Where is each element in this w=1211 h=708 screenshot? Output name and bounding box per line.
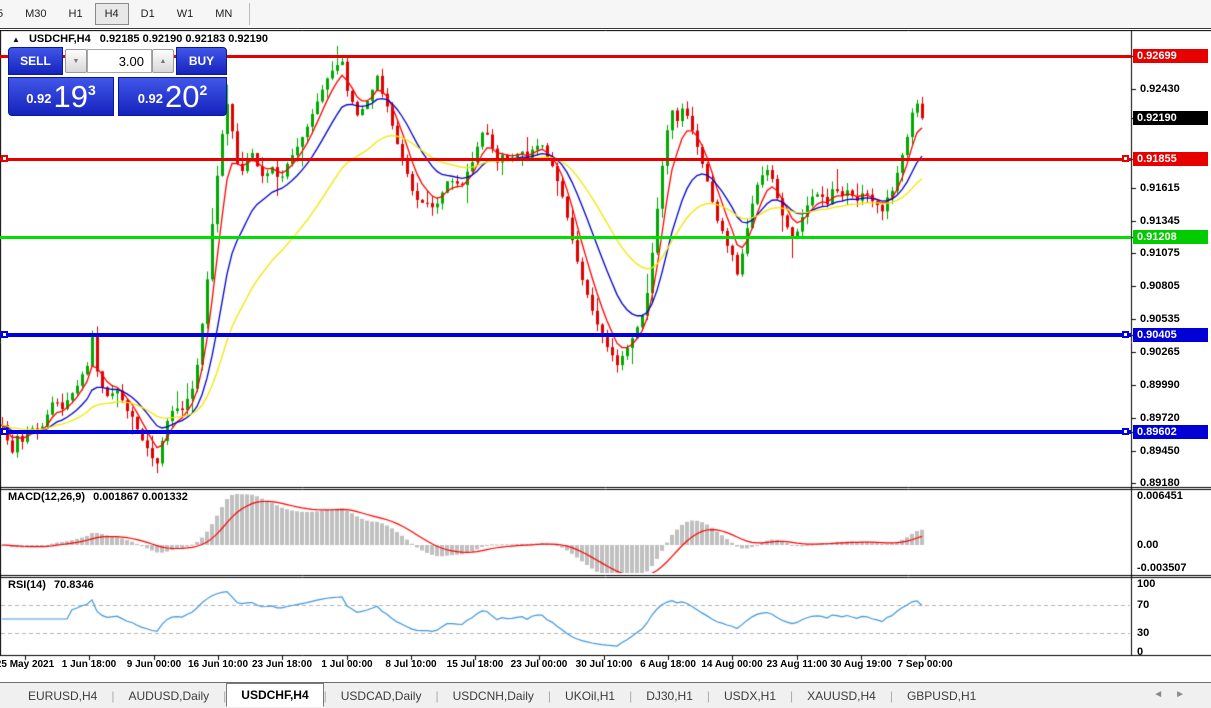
mt4-window: 5M30H1H4D1W1MN ▲ USDCHF,H4 0.92185 0.921…	[0, 0, 1211, 708]
volume-decrease-button[interactable]: ▼	[65, 49, 87, 73]
price-tick-label: 0.91345	[1140, 215, 1180, 227]
price-tick-label: 0.92430	[1140, 83, 1180, 95]
price-badge-0.91855: 0.91855	[1133, 152, 1208, 166]
timeframe-button-w1[interactable]: W1	[167, 3, 204, 25]
price-badge-0.90405: 0.90405	[1133, 328, 1208, 342]
line-handle[interactable]	[1, 155, 8, 162]
sell-price-main: 19	[54, 84, 88, 110]
chart-symbol: USDCHF,H4	[29, 33, 91, 45]
rsi-value: 70.8346	[54, 579, 94, 591]
date-axis-label: 14 Aug 00:00	[701, 659, 762, 670]
date-axis-label: 23 Jun 18:00	[252, 659, 312, 670]
date-axis-label: 25 May 2021	[0, 659, 54, 670]
price-tick-label: 0.89180	[1140, 477, 1180, 489]
date-axis-label: 9 Jun 00:00	[127, 659, 181, 670]
price-badge-0.92190: 0.92190	[1133, 111, 1208, 125]
date-axis-label: 16 Jun 10:00	[188, 659, 248, 670]
horizontal-line-0.91855[interactable]	[0, 158, 1131, 161]
tab-gbpusd-h1[interactable]: GBPUSD,H1	[893, 686, 990, 706]
sell-price-button[interactable]: 0.92 19 3	[8, 77, 114, 116]
horizontal-line-0.90405[interactable]	[0, 333, 1131, 337]
tab-ukoil-h1[interactable]: UKOil,H1	[551, 686, 629, 706]
macd-values: 0.001867 0.001332	[93, 491, 188, 503]
rsi-label: RSI(14) 70.8346	[8, 579, 94, 591]
timeframe-button-m30[interactable]: M30	[15, 3, 56, 25]
price-badge-0.91208: 0.91208	[1133, 230, 1208, 244]
rsi-axis-label: 100	[1137, 578, 1155, 590]
tab-usdx-h1[interactable]: USDX,H1	[710, 686, 790, 706]
tab-usdcnh-daily[interactable]: USDCNH,Daily	[439, 686, 548, 706]
macd-title: MACD(12,26,9)	[8, 491, 85, 503]
macd-label: MACD(12,26,9) 0.001867 0.001332	[8, 491, 188, 503]
macd-axis-label: 0.006451	[1137, 490, 1183, 502]
date-axis-label: 8 Jul 10:00	[385, 659, 436, 670]
buy-price-button[interactable]: 0.92 20 2	[118, 77, 227, 116]
tab-dj30-h1[interactable]: DJ30,H1	[632, 686, 707, 706]
buy-price-prefix: 0.92	[138, 91, 163, 106]
scroll-left-icon[interactable]: ◄	[1153, 689, 1175, 700]
collapse-panel-icon[interactable]: ▲	[12, 35, 20, 44]
price-tick-label: 0.90265	[1140, 346, 1180, 358]
buy-button[interactable]: BUY	[176, 47, 227, 75]
price-tick-label: 0.89720	[1140, 412, 1180, 424]
date-axis-label: 23 Aug 11:00	[767, 659, 828, 670]
date-axis-label: 1 Jun 18:00	[62, 659, 116, 670]
chart-tabs-bar: EURUSD,H4|AUDUSD,Daily|USDCHF,H4|USDCAD,…	[0, 682, 1211, 708]
volume-input[interactable]	[87, 49, 152, 73]
timeframe-toolbar: 5M30H1H4D1W1MN	[0, 0, 1211, 29]
rsi-title: RSI(14)	[8, 579, 46, 591]
tab-scroll-arrows[interactable]: ◄►	[1153, 689, 1197, 700]
rsi-axis-label: 70	[1137, 599, 1149, 611]
timeframe-button-h4[interactable]: H4	[95, 3, 129, 25]
tab-audusd-daily[interactable]: AUDUSD,Daily	[114, 686, 223, 706]
date-axis-label: 1 Jul 00:00	[321, 659, 372, 670]
sell-price-prefix: 0.92	[26, 91, 51, 106]
timeframe-button-h1[interactable]: H1	[59, 3, 93, 25]
chart-title-bar: ▲ USDCHF,H4 0.92185 0.92190 0.92183 0.92…	[12, 33, 268, 45]
line-handle[interactable]	[1, 331, 8, 338]
sell-button[interactable]: SELL	[8, 47, 63, 75]
date-axis-label: 6 Aug 18:00	[640, 659, 696, 670]
price-tick-label: 0.90805	[1140, 280, 1180, 292]
scroll-right-icon[interactable]: ►	[1175, 689, 1197, 700]
line-handle[interactable]	[1122, 331, 1129, 338]
price-tick-label: 0.91075	[1140, 247, 1180, 259]
date-axis-label: 23 Jul 00:00	[511, 659, 568, 670]
price-tick-label: 0.90535	[1140, 313, 1180, 325]
volume-increase-button[interactable]: ▲	[152, 49, 174, 73]
sell-price-sup: 3	[88, 82, 96, 98]
rsi-axis-label: 0	[1137, 646, 1143, 658]
chart-canvas[interactable]	[0, 30, 1211, 678]
macd-axis-label: 0.00	[1137, 539, 1158, 551]
tab-xauusd-h4[interactable]: XAUUSD,H4	[793, 686, 890, 706]
tab-eurusd-h4[interactable]: EURUSD,H4	[14, 686, 111, 706]
toolbar-separator	[249, 3, 250, 25]
one-click-trading-panel: SELL ▼ ▲ BUY 0.92 19 3 0.92 20 2	[8, 47, 227, 116]
line-handle[interactable]	[1, 428, 8, 435]
price-badge-0.89602: 0.89602	[1133, 425, 1208, 439]
date-axis-label: 30 Aug 19:00	[830, 659, 891, 670]
horizontal-line-0.91208[interactable]	[0, 236, 1131, 239]
macd-axis-label: -0.003507	[1137, 562, 1187, 574]
buy-price-main: 20	[165, 84, 199, 110]
date-axis-label: 7 Sep 00:00	[897, 659, 952, 670]
horizontal-line-0.89602[interactable]	[0, 430, 1131, 434]
line-handle[interactable]	[1122, 428, 1129, 435]
tab-usdcad-daily[interactable]: USDCAD,Daily	[327, 686, 436, 706]
chart-ohlc: 0.92185 0.92190 0.92183 0.92190	[100, 33, 268, 45]
rsi-axis-label: 30	[1137, 627, 1149, 639]
timeframe-button-d1[interactable]: D1	[131, 3, 165, 25]
price-tick-label: 0.89450	[1140, 445, 1180, 457]
price-badge-0.92699: 0.92699	[1133, 49, 1208, 63]
line-handle[interactable]	[1122, 155, 1129, 162]
tab-usdchf-h4[interactable]: USDCHF,H4	[226, 683, 323, 707]
price-tick-label: 0.91615	[1140, 182, 1180, 194]
buy-price-sup: 2	[200, 82, 208, 98]
timeframe-button-mn[interactable]: MN	[205, 3, 242, 25]
date-axis-label: 30 Jul 10:00	[576, 659, 633, 670]
date-axis-label: 15 Jul 18:00	[447, 659, 504, 670]
timeframe-button-5[interactable]: 5	[0, 3, 13, 25]
price-tick-label: 0.89990	[1140, 379, 1180, 391]
